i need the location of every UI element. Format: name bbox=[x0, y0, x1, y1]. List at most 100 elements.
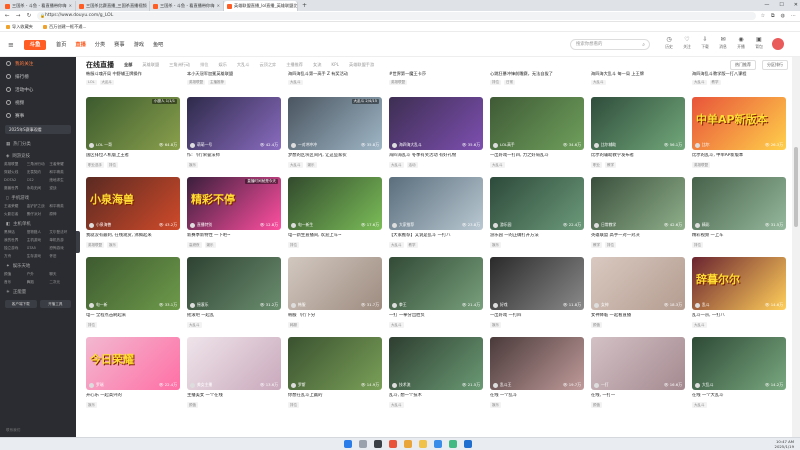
bag-button[interactable]: ▣ 背包 bbox=[754, 36, 764, 50]
card-tag[interactable]: 娱乐 bbox=[305, 162, 317, 168]
category-link[interactable]: 火影忍者 bbox=[4, 211, 27, 217]
extensions-icon[interactable]: ⧉ bbox=[771, 13, 775, 19]
streamer-name[interactable]: 精彩 bbox=[695, 222, 710, 228]
category-link[interactable]: 永劫无间 bbox=[27, 185, 50, 191]
url-field[interactable]: 🔒 https://www.douyu.com/g_LOL bbox=[37, 12, 756, 20]
card-tag[interactable]: 颜值 bbox=[187, 402, 198, 408]
category-link[interactable]: 穿越火线 bbox=[4, 169, 27, 175]
card-tag[interactable]: 大乱斗 bbox=[692, 80, 707, 85]
streamer-name[interactable]: LOL 一哥 bbox=[89, 142, 112, 148]
stream-card[interactable]: 大乱斗 2/4/15 一对冲冲冲 👁 35.8万 梦想的区块区间内, 让这些家伙 大乱斗… bbox=[288, 97, 382, 174]
stream-card[interactable]: 小泉海兽 小泉海兽 👁 43.2万 我就没有最刺, 在线观赏, 沸腾起来 英雄联盟 娱乐 bbox=[86, 177, 180, 254]
stream-card[interactable]: 摇滚乐 👁 31.2万 摇滚吧 一起乱 大乱斗 bbox=[187, 257, 281, 334]
nav-live[interactable]: 直播 bbox=[75, 41, 85, 48]
stream-card[interactable]: 拳王 👁 21.4万 一打 一拳分出胜负 大乱斗 bbox=[389, 257, 483, 334]
card-title[interactable]: 精彩视频 一上车 bbox=[692, 233, 786, 239]
category-link[interactable]: 蛋仔派对 bbox=[27, 211, 50, 217]
stream-thumbnail[interactable]: 美女主播 👁 13.6万 bbox=[187, 337, 281, 390]
douyu-logo[interactable]: 斗鱼 bbox=[24, 39, 46, 50]
sidebar-section-title[interactable]: ◈ 网游竞技 bbox=[0, 149, 76, 161]
streamer-name[interactable]: 一对冲冲冲 bbox=[291, 142, 317, 148]
category-link[interactable]: 单机热游 bbox=[49, 237, 72, 243]
partial-card[interactable]: 本小天冠军加冕英雄联盟 英雄联盟 主播推荐 bbox=[187, 71, 281, 85]
card-tag[interactable]: 排位 bbox=[288, 402, 299, 408]
stream-card[interactable]: 女神 👁 18.3万 女神降临 一起看直播 颜值 bbox=[591, 257, 685, 334]
app-icon[interactable] bbox=[464, 440, 472, 448]
stream-thumbnail[interactable]: 精彩 👁 31.5万 bbox=[692, 177, 786, 230]
stream-card[interactable]: 比尔辅助 👁 56.1万 比尔的辅助教学发布者 职业 教学 bbox=[591, 97, 685, 174]
category-link[interactable]: GTA5 bbox=[27, 245, 50, 251]
card-tag[interactable]: 英雄联盟 bbox=[692, 162, 710, 168]
search-icon[interactable]: ⌕ bbox=[642, 40, 645, 50]
system-clock[interactable]: 10:47 AM 2025/1/19 bbox=[775, 439, 794, 449]
card-tag[interactable]: 大乱斗 bbox=[187, 322, 202, 328]
category-link[interactable]: 和平精英 bbox=[49, 203, 72, 209]
rank-sort-button[interactable]: 分区排行 bbox=[762, 60, 788, 70]
category-link[interactable]: 王者荣耀 bbox=[4, 203, 27, 209]
category-link[interactable]: 三角洲行动 bbox=[27, 161, 50, 167]
close-tab-icon[interactable]: ✕ bbox=[69, 1, 72, 11]
app-icon[interactable] bbox=[389, 440, 397, 448]
card-title[interactable]: 在线 一个大乱斗 bbox=[692, 393, 786, 399]
stream-thumbnail[interactable]: 女神 👁 18.3万 bbox=[591, 257, 685, 310]
card-tag[interactable]: 娱乐 bbox=[107, 242, 118, 248]
category-link[interactable]: 舞蹈 bbox=[27, 279, 50, 285]
category-link[interactable]: 绝地求生 bbox=[49, 177, 72, 183]
streamer-name[interactable]: 罗斯 bbox=[291, 382, 306, 388]
browser-icon[interactable] bbox=[434, 440, 442, 448]
card-title[interactable]: 在线 一个乱斗 bbox=[490, 393, 584, 399]
card-tag[interactable]: 大乱斗 bbox=[389, 242, 404, 248]
close-window-icon[interactable]: ✕ bbox=[794, 0, 798, 10]
nav-games[interactable]: 游戏 bbox=[134, 41, 144, 48]
card-tag[interactable]: 娱乐 bbox=[204, 242, 216, 248]
stream-card[interactable]: 今日荣耀 罗瑞 👁 22.4万 开心乐 一起高兴的 娱乐 bbox=[86, 337, 180, 414]
card-title[interactable]: 海四海乱斗 冬季有奖活动 有好礼物 bbox=[389, 153, 483, 159]
card-tag[interactable]: 大乱斗 bbox=[288, 80, 303, 85]
streamer-name[interactable]: 游乐园 bbox=[493, 222, 511, 228]
card-title[interactable]: 比尔的辅助教学发布者 bbox=[591, 153, 685, 159]
category-link[interactable]: 怀旧 bbox=[49, 253, 72, 259]
category-link[interactable]: 逆战 bbox=[49, 185, 72, 191]
live-tool-button[interactable]: 开播工具 bbox=[39, 300, 71, 308]
nav-yuba[interactable]: 鱼吧 bbox=[153, 41, 163, 48]
mail-button[interactable]: ✉ 消息 bbox=[718, 36, 728, 50]
card-tag[interactable]: 活动 bbox=[406, 162, 418, 168]
category-link[interactable]: 怪物猎人 bbox=[27, 229, 50, 235]
stream-card[interactable]: 中单AP新版本 比尔 👁 26.3万 比尔的乱斗, 中单AP新版本 英雄联盟 bbox=[692, 97, 786, 174]
category-link[interactable]: 英雄联盟 bbox=[4, 161, 27, 167]
streamer-name[interactable]: LOL高手 bbox=[493, 142, 515, 148]
filter-chip[interactable]: KPL bbox=[331, 62, 339, 68]
card-tag[interactable]: 教学 bbox=[591, 242, 602, 248]
card-tag[interactable]: 颜值 bbox=[591, 322, 602, 328]
browser-tab-active[interactable]: 英雄联盟直播_lol直播_英雄联盟比✕ bbox=[224, 1, 298, 11]
filter-chip[interactable]: 女流 bbox=[313, 62, 321, 68]
page-scrollbar[interactable] bbox=[792, 57, 800, 437]
stream-card[interactable]: 罗斯 👁 14.9万 你想在乱斗上赢的 排位 bbox=[288, 337, 382, 414]
streamer-name[interactable]: 海四海大乱斗 bbox=[392, 142, 422, 148]
card-tag[interactable]: 英雄联盟 bbox=[86, 242, 104, 248]
card-title[interactable]: 电一 全程点击刷起来 bbox=[86, 313, 180, 319]
card-title[interactable]: 一出好戏 一打四 bbox=[490, 313, 584, 319]
streamer-name[interactable]: 直播特别 bbox=[190, 222, 212, 228]
card-title[interactable]: 一打 一拳分出胜负 bbox=[389, 313, 483, 319]
card-tag[interactable]: 教学 bbox=[605, 162, 616, 168]
card-tag[interactable]: 娱乐 bbox=[490, 242, 501, 248]
filter-chip[interactable]: 英雄联盟 bbox=[142, 62, 159, 68]
card-tag[interactable]: 大乱斗 bbox=[389, 322, 404, 328]
stream-thumbnail[interactable]: 电一新生 👁 17.6万 bbox=[288, 177, 382, 230]
stream-thumbnail[interactable]: 直播时间就是今天 精彩不停 直播特别 👁 12.8万 bbox=[187, 177, 281, 230]
card-tag[interactable]: 主播推荐 bbox=[208, 80, 226, 85]
history-button[interactable]: ◷ 历史 bbox=[664, 36, 674, 50]
menu-icon[interactable]: ⋯ bbox=[791, 13, 796, 19]
sidebar-item-video[interactable]: 视频 bbox=[0, 96, 76, 109]
sidebar-section-title[interactable]: ▯ 手机游戏 bbox=[0, 191, 76, 203]
card-tag[interactable]: 韩服 bbox=[288, 322, 299, 328]
card-title[interactable]: 在线, 一打一 bbox=[591, 393, 685, 399]
category-link[interactable]: 金铲铲之战 bbox=[27, 203, 50, 209]
bookmark-item[interactable]: 百万创建一框不通... bbox=[42, 24, 86, 30]
stream-card[interactable]: 直播时间就是今天 精彩不停 直播特别 👁 12.8万 新赛季新特性 一下吧~ 高燃夜 娱乐 bbox=[187, 177, 281, 254]
stream-thumbnail[interactable]: 海四海大乱斗 👁 35.6万 bbox=[389, 97, 483, 150]
category-link[interactable]: 聊天 bbox=[49, 271, 72, 277]
streamer-name[interactable]: 女神 bbox=[594, 302, 609, 308]
partial-card[interactable]: 海四海乱斗教学版一打八课程 大乱斗 教学 bbox=[692, 71, 786, 85]
